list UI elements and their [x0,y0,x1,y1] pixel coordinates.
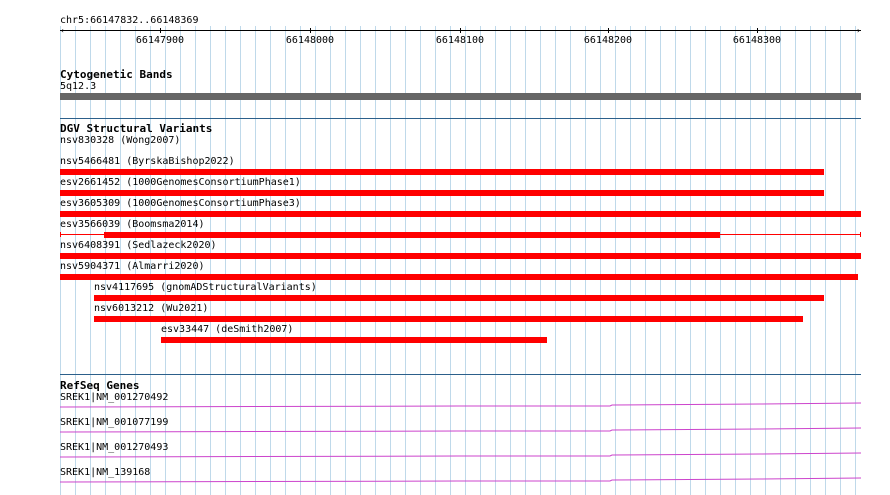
genome-browser-view[interactable]: chr5:66147832..66148369 ‹ › 66147900 6614… [0,0,890,495]
refseq-gene-model[interactable] [59,452,862,458]
refseq-gene-model[interactable] [59,477,862,483]
refseq-gene-model[interactable] [59,402,862,408]
refseq-gene-models [59,402,862,483]
refseq-gene-model[interactable] [59,427,862,433]
